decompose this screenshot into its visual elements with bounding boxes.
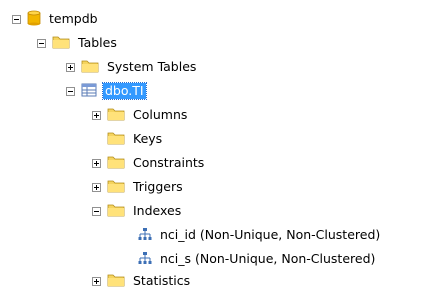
tree-node-label: Statistics xyxy=(133,273,191,288)
object-explorer-tree: tempdb Tables System Tables dbo.TI Colum… xyxy=(0,0,427,288)
collapse-toggle[interactable] xyxy=(12,14,21,24)
tree-node-statistics[interactable]: Statistics xyxy=(92,270,192,292)
tree-node-label: Columns xyxy=(133,107,188,122)
collapse-toggle[interactable] xyxy=(66,86,75,96)
folder-icon xyxy=(107,273,125,290)
collapse-toggle[interactable] xyxy=(37,38,46,48)
tree-node-system-tables[interactable]: System Tables xyxy=(66,56,198,78)
tree-node-constraints[interactable]: Constraints xyxy=(92,152,206,174)
tree-node-columns[interactable]: Columns xyxy=(92,104,189,126)
tree-node-label: Keys xyxy=(133,131,163,146)
expand-toggle[interactable] xyxy=(92,158,101,168)
index-icon xyxy=(138,227,152,244)
tree-node-label: dbo.TI xyxy=(102,82,147,100)
tree-node-label: System Tables xyxy=(107,59,197,74)
folder-icon xyxy=(81,59,99,76)
expand-toggle[interactable] xyxy=(92,110,101,120)
folder-icon xyxy=(107,203,125,220)
tree-node-label: Triggers xyxy=(133,179,183,194)
tree-node-label: Constraints xyxy=(133,155,205,170)
tree-node-label: nci_s (Non-Unique, Non-Clustered) xyxy=(160,251,376,266)
index-icon xyxy=(138,251,152,268)
table-icon xyxy=(81,83,97,100)
expand-toggle[interactable] xyxy=(92,276,101,286)
database-icon xyxy=(27,10,41,29)
folder-icon xyxy=(107,107,125,124)
tree-node-label: tempdb xyxy=(49,11,98,26)
collapse-toggle[interactable] xyxy=(92,206,101,216)
tree-node-label: nci_id (Non-Unique, Non-Clustered) xyxy=(160,227,381,242)
folder-icon xyxy=(52,35,70,52)
tree-node-label: Indexes xyxy=(133,203,182,218)
tree-node-triggers[interactable]: Triggers xyxy=(92,176,185,198)
tree-node-dbo-ti[interactable]: dbo.TI xyxy=(66,80,147,102)
tree-node-index-nci-id[interactable]: nci_id (Non-Unique, Non-Clustered) xyxy=(138,224,382,246)
tree-node-tables[interactable]: Tables xyxy=(37,32,119,54)
tree-node-indexes[interactable]: Indexes xyxy=(92,200,183,222)
tree-node-tempdb[interactable]: tempdb xyxy=(12,8,100,30)
expand-toggle[interactable] xyxy=(92,182,101,192)
folder-icon xyxy=(107,179,125,196)
folder-icon xyxy=(107,131,125,148)
folder-icon xyxy=(107,155,125,172)
tree-node-index-nci-s[interactable]: nci_s (Non-Unique, Non-Clustered) xyxy=(138,248,377,270)
tree-node-keys[interactable]: Keys xyxy=(107,128,164,150)
tree-node-label: Tables xyxy=(78,35,117,50)
expand-toggle[interactable] xyxy=(66,62,75,72)
